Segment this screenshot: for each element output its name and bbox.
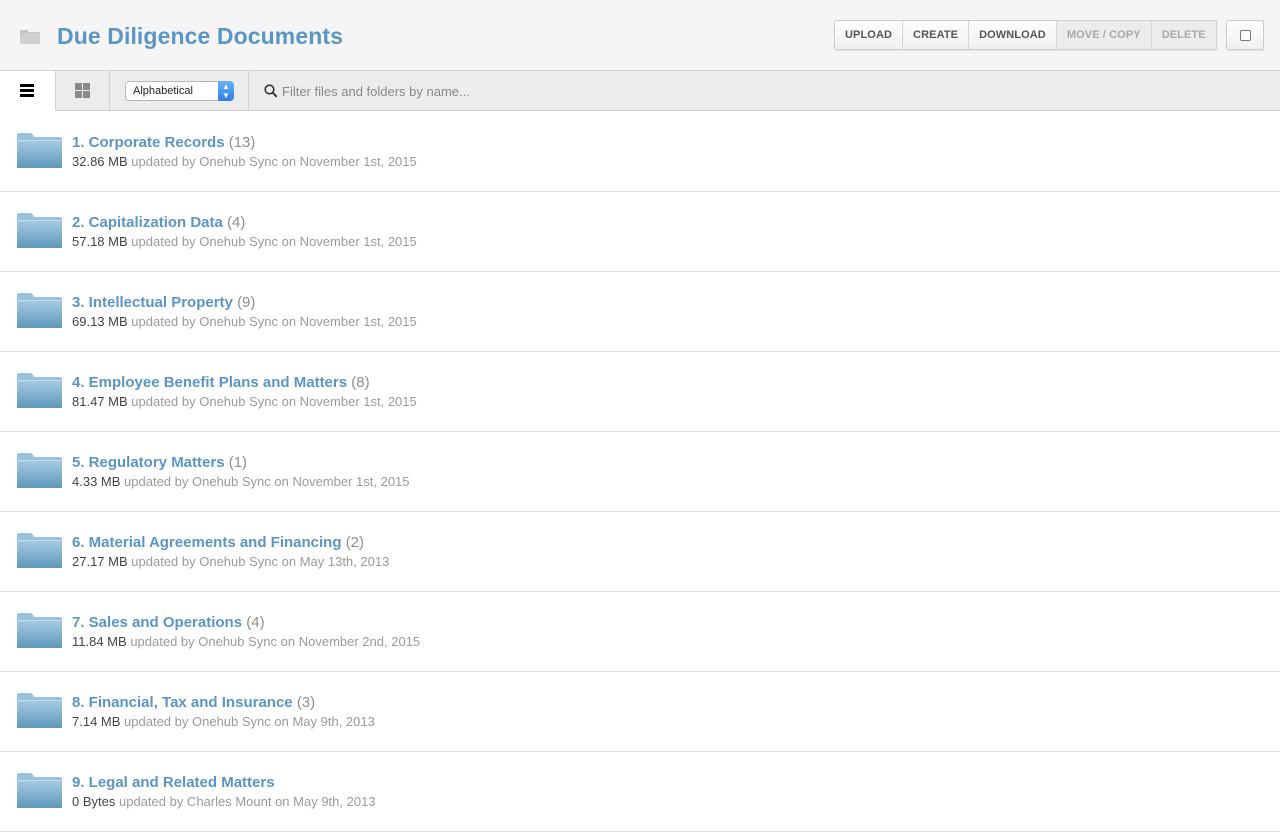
folder-updated-info: updated by Onehub Sync on May 13th, 2013 [131, 554, 390, 569]
folder-updated-info: updated by Onehub Sync on November 1st, … [131, 314, 417, 329]
folder-row[interactable]: 7. Sales and Operations (4) 11.84 MB upd… [0, 592, 1280, 672]
folder-icon [17, 533, 62, 568]
delete-button[interactable]: DELETE [1151, 21, 1216, 49]
folder-row[interactable]: 4. Employee Benefit Plans and Matters (8… [0, 352, 1280, 432]
folder-list: 1. Corporate Records (13) 32.86 MB updat… [0, 112, 1280, 832]
folder-updated-info: updated by Onehub Sync on November 1st, … [131, 154, 417, 169]
folder-updated-info: updated by Onehub Sync on November 1st, … [124, 474, 410, 489]
page-title: Due Diligence Documents [57, 23, 344, 49]
folder-size: 69.13 MB [72, 314, 128, 329]
folder-updated-info: updated by Onehub Sync on May 9th, 2013 [124, 714, 375, 729]
sort-select[interactable]: Alphabetical ▲ ▼ [125, 81, 234, 101]
grid-view-button[interactable] [55, 71, 110, 111]
folder-size: 81.47 MB [72, 394, 128, 409]
folder-name-link[interactable]: 4. Employee Benefit Plans and Matters [72, 374, 347, 391]
header: Due Diligence Documents UPLOAD CREATE DO… [0, 0, 1280, 71]
folder-name-link[interactable]: 2. Capitalization Data [72, 214, 223, 231]
sort-container: Alphabetical ▲ ▼ [110, 71, 249, 111]
folder-icon [20, 30, 40, 44]
folder-icon [17, 133, 62, 168]
select-all-checkbox[interactable] [1240, 30, 1251, 41]
folder-item-count: (9) [237, 294, 256, 311]
list-view-icon [20, 84, 34, 97]
folder-updated-info: updated by Onehub Sync on November 1st, … [131, 394, 417, 409]
folder-icon [17, 293, 62, 328]
move-copy-button[interactable]: MOVE / COPY [1056, 21, 1152, 49]
folder-size: 11.84 MB [72, 634, 127, 649]
folder-item-count: (4) [227, 214, 246, 231]
folder-updated-info: updated by Charles Mount on May 9th, 201… [118, 794, 376, 809]
folder-item-count: (13) [228, 134, 256, 151]
search-icon [264, 84, 278, 98]
folder-size: 27.17 MB [72, 554, 128, 569]
chevron-up-down-icon: ▲ ▼ [218, 81, 234, 101]
folder-item-count: (2) [345, 534, 365, 551]
folder-updated-info: updated by Onehub Sync on November 1st, … [131, 234, 417, 249]
folder-size: 4.33 MB [72, 474, 121, 489]
folder-item-count: (1) [228, 454, 248, 471]
folder-row[interactable]: 1. Corporate Records (13) 32.86 MB updat… [0, 112, 1280, 192]
select-all-button[interactable] [1226, 20, 1264, 50]
folder-row[interactable]: 3. Intellectual Property (9) 69.13 MB up… [0, 272, 1280, 352]
folder-size: 32.86 MB [72, 154, 128, 169]
folder-row[interactable]: 8. Financial, Tax and Insurance (3) 7.14… [0, 672, 1280, 752]
folder-size: 0 Bytes [72, 794, 116, 809]
folder-row[interactable]: 2. Capitalization Data (4) 57.18 MB upda… [0, 192, 1280, 272]
toolbar: Alphabetical ▲ ▼ [0, 71, 1280, 111]
folder-row[interactable]: 6. Material Agreements and Financing (2)… [0, 512, 1280, 592]
folder-icon [17, 453, 62, 488]
folder-row[interactable]: 9. Legal and Related Matters 0 Bytes upd… [0, 752, 1280, 832]
folder-item-count: (4) [246, 614, 265, 631]
folder-row[interactable]: 5. Regulatory Matters (1) 4.33 MB update… [0, 432, 1280, 512]
folder-size: 7.14 MB [72, 714, 121, 729]
folder-name-link[interactable]: 3. Intellectual Property [72, 294, 233, 311]
filter-input[interactable] [282, 81, 842, 101]
folder-item-count: (8) [351, 374, 370, 391]
folder-updated-info: updated by Onehub Sync on November 2nd, … [130, 634, 421, 649]
folder-icon [17, 613, 62, 648]
folder-icon [17, 693, 62, 728]
folder-item-count: (3) [296, 694, 316, 711]
folder-icon [17, 213, 62, 248]
download-button[interactable]: DOWNLOAD [969, 21, 1057, 49]
folder-name-link[interactable]: 7. Sales and Operations [72, 614, 242, 631]
folder-name-link[interactable]: 5. Regulatory Matters [72, 454, 225, 471]
folder-size: 57.18 MB [72, 234, 128, 249]
folder-name-link[interactable]: 1. Corporate Records [72, 134, 225, 151]
action-button-group: UPLOAD CREATE DOWNLOAD MOVE / COPY DELET… [834, 20, 1217, 50]
folder-name-link[interactable]: 8. Financial, Tax and Insurance [72, 694, 293, 711]
folder-icon [17, 373, 62, 408]
list-view-button[interactable] [0, 71, 55, 111]
upload-button[interactable]: UPLOAD [835, 21, 904, 49]
create-button[interactable]: CREATE [903, 21, 970, 49]
folder-name-link[interactable]: 9. Legal and Related Matters [72, 774, 275, 791]
filter-box [262, 81, 862, 101]
sort-selected-value: Alphabetical [133, 85, 193, 97]
folder-name-link[interactable]: 6. Material Agreements and Financing [72, 534, 342, 551]
folder-icon [17, 773, 62, 808]
